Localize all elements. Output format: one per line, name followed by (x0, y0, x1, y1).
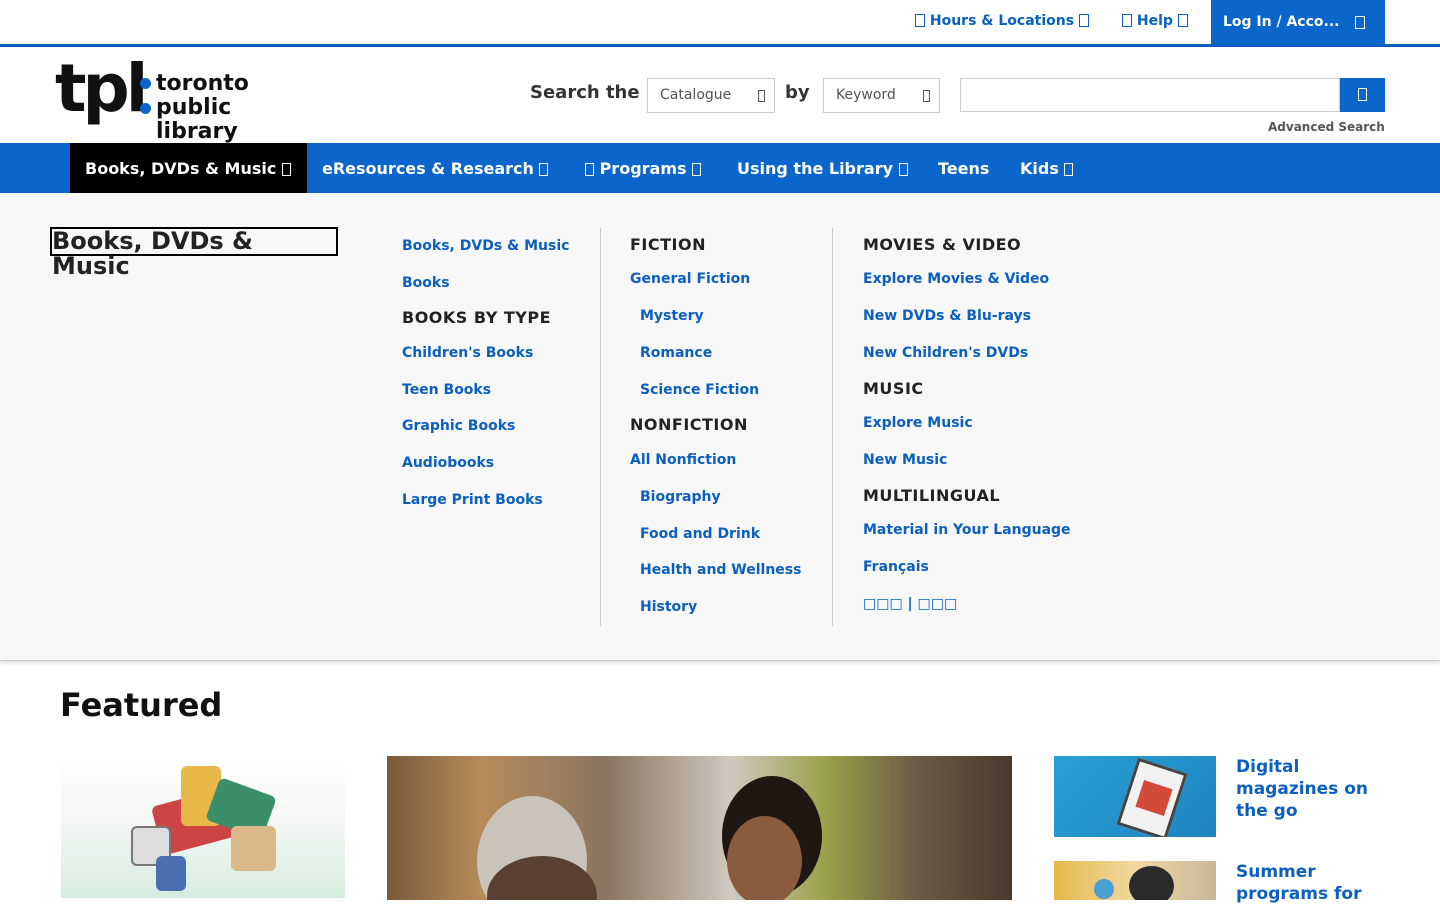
link-books-dvds-music[interactable]: Books, DVDs & Music (402, 238, 569, 254)
link-new-dvds-blurays[interactable]: New DVDs & Blu-rays (863, 308, 1031, 324)
nav-label: Books, DVDs & Music (85, 159, 277, 178)
link-explore-movies-video[interactable]: Explore Movies & Video (863, 271, 1049, 287)
link-material-in-your-language[interactable]: Material in Your Language (863, 522, 1071, 538)
thumb-summer-programs[interactable] (1054, 861, 1216, 900)
logo-dot (140, 103, 151, 114)
logo-line-2: public library (156, 95, 238, 144)
nav-label: Kids (1020, 159, 1059, 178)
nav-eresources-research[interactable]: eResources & Research (307, 143, 549, 193)
heading-nonfiction: NONFICTION (630, 415, 748, 434)
link-health-and-wellness[interactable]: Health and Wellness (640, 562, 801, 578)
link-new-music[interactable]: New Music (863, 452, 947, 468)
logo-dot (140, 78, 151, 89)
chevron-down-icon (758, 90, 765, 102)
by-label: by (785, 82, 810, 103)
search-type-value: Keyword (836, 87, 896, 103)
link-francais[interactable]: Français (863, 559, 929, 575)
search-type-select[interactable]: Keyword (823, 78, 940, 113)
logo-line-1: toronto (156, 71, 249, 96)
illustration-shape (156, 856, 186, 891)
logo-mark: tpl (55, 50, 148, 127)
photo-person (1129, 866, 1174, 900)
link-biography[interactable]: Biography (640, 489, 721, 505)
tpl-logo[interactable]: tpl toronto public library (55, 50, 305, 144)
link-chinese-language[interactable]: □□□ | □□□ (863, 596, 957, 612)
column-divider (832, 228, 833, 626)
column-divider (600, 228, 601, 626)
link-history[interactable]: History (640, 599, 697, 615)
hours-locations-label: Hours & Locations (929, 13, 1075, 29)
mega-menu-title[interactable]: Books, DVDs & Music (50, 227, 338, 279)
nav-teens[interactable]: Teens (923, 143, 989, 193)
link-food-and-drink[interactable]: Food and Drink (640, 526, 760, 542)
chevron-down-icon (1078, 14, 1089, 27)
link-teen-books[interactable]: Teen Books (402, 382, 491, 398)
illustration-shape (231, 826, 276, 871)
nav-using-the-library[interactable]: Using the Library (722, 143, 908, 193)
thumb-digital-magazines[interactable] (1054, 756, 1216, 837)
photo-object (1094, 879, 1114, 899)
help-icon (1122, 14, 1132, 27)
chevron-down-icon (692, 163, 702, 176)
search-input[interactable] (960, 78, 1340, 112)
featured-image-library-staff[interactable] (387, 756, 1012, 900)
chevron-down-icon (923, 90, 930, 102)
link-science-fiction[interactable]: Science Fiction (640, 382, 759, 398)
utility-bar: Hours & Locations Help Log In / Acco... (0, 0, 1440, 47)
heading-movies-video: MOVIES & VIDEO (863, 235, 1022, 254)
help-label: Help (1136, 13, 1173, 29)
mega-menu: Books, DVDs & Music Books, DVDs & Music … (0, 193, 1440, 661)
link-explore-music[interactable]: Explore Music (863, 415, 973, 431)
link-mystery[interactable]: Mystery (640, 308, 704, 324)
login-label: Log In / Acco... (1223, 14, 1340, 30)
help-link[interactable]: Help (1122, 13, 1188, 29)
nav-books-dvds-music[interactable]: Books, DVDs & Music (70, 143, 307, 193)
main-nav: Books, DVDs & Music eResources & Researc… (0, 143, 1440, 193)
heading-multilingual: MULTILINGUAL (863, 486, 1001, 505)
nav-label: Teens (938, 159, 990, 178)
chevron-up-icon (281, 163, 291, 176)
nav-label: eResources & Research (322, 159, 534, 178)
link-books[interactable]: Books (402, 275, 450, 291)
nav-label: Using the Library (737, 159, 894, 178)
featured-heading: Featured (60, 686, 223, 724)
link-childrens-books[interactable]: Children's Books (402, 345, 533, 361)
link-new-childrens-dvds[interactable]: New Children's DVDs (863, 345, 1028, 361)
search-label: Search the (530, 82, 640, 103)
link-audiobooks[interactable]: Audiobooks (402, 455, 494, 471)
location-icon (915, 14, 925, 27)
search-icon (1358, 88, 1367, 101)
login-account-button[interactable]: Log In / Acco... (1211, 0, 1385, 44)
featured-image-illustration[interactable] (61, 756, 345, 898)
link-summer-programs[interactable]: Summer programs for (1236, 861, 1386, 905)
heading-fiction: FICTION (630, 235, 706, 254)
nav-kids[interactable]: Kids (1005, 143, 1074, 193)
nav-label: Programs (599, 159, 687, 178)
link-romance[interactable]: Romance (640, 345, 712, 361)
link-digital-magazines[interactable]: Digital magazines on the go (1236, 756, 1386, 822)
link-large-print-books[interactable]: Large Print Books (402, 492, 543, 508)
chevron-down-icon (898, 163, 908, 176)
search-button[interactable] (1340, 78, 1385, 112)
heading-music: MUSIC (863, 379, 924, 398)
hours-locations-link[interactable]: Hours & Locations (915, 13, 1089, 29)
link-general-fiction[interactable]: General Fiction (630, 271, 750, 287)
link-all-nonfiction[interactable]: All Nonfiction (630, 452, 736, 468)
chevron-down-icon (539, 163, 549, 176)
link-graphic-books[interactable]: Graphic Books (402, 418, 515, 434)
user-icon (1355, 16, 1365, 29)
search-scope-value: Catalogue (660, 87, 732, 103)
heading-books-by-type: BOOKS BY TYPE (402, 308, 552, 327)
search-scope-select[interactable]: Catalogue (647, 78, 775, 113)
photo-person (727, 816, 802, 900)
calendar-icon (585, 163, 594, 176)
advanced-search-link[interactable]: Advanced Search (1268, 120, 1385, 134)
nav-programs[interactable]: Programs (570, 143, 702, 193)
chevron-down-icon (1177, 14, 1188, 27)
chevron-down-icon (1064, 163, 1074, 176)
